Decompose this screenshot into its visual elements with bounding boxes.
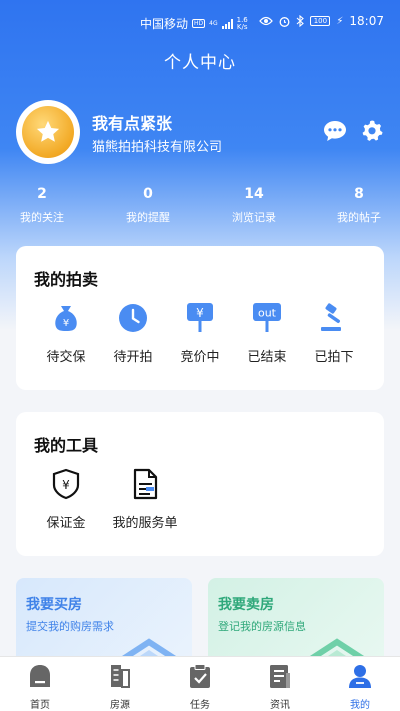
status-bar: 中国移动 HD 4G 1.6 K/s 100 ⚡ 18:07 <box>0 0 400 44</box>
auction-item-ended[interactable]: out 已结束 <box>235 302 299 365</box>
tab-label: 首页 <box>30 700 50 711</box>
promo-title: 我要买房 <box>26 597 82 613</box>
network-type: 4G <box>209 20 218 27</box>
deposit-shield-icon: ¥ <box>52 468 80 500</box>
stat-following[interactable]: 2 我的关注 <box>2 186 82 225</box>
auction-item-bidding[interactable]: ¥ 竞价中 <box>168 302 232 365</box>
auction-title: 我的拍卖 <box>34 270 99 289</box>
avatar[interactable] <box>16 100 80 164</box>
auction-item-label: 竞价中 <box>180 350 220 365</box>
yen-sign-icon: ¥ <box>187 303 213 332</box>
stat-value: 2 <box>37 186 47 202</box>
promo-title: 我要卖房 <box>218 597 274 613</box>
promo-buy-house[interactable]: 我要买房 提交我的购房需求 <box>16 578 192 668</box>
stat-label: 浏览记录 <box>232 211 276 224</box>
svg-text:¥: ¥ <box>63 318 69 329</box>
money-bag-icon: ¥ <box>55 306 77 331</box>
svg-text:¥: ¥ <box>62 478 70 492</box>
star-icon <box>22 106 74 158</box>
tab-listings[interactable]: 房源 <box>90 663 150 711</box>
tab-label: 资讯 <box>270 700 290 711</box>
svg-text:¥: ¥ <box>196 306 204 320</box>
tool-label: 我的服务单 <box>112 516 178 531</box>
tool-service-orders[interactable]: 我的服务单 <box>101 468 189 531</box>
stats-row: 2 我的关注 0 我的提醒 14 浏览记录 8 我的帖子 <box>0 186 400 230</box>
gear-icon[interactable] <box>360 119 384 143</box>
tab-tasks[interactable]: 任务 <box>170 663 230 711</box>
tab-label: 我的 <box>350 700 370 711</box>
clipboard-check-icon <box>190 664 210 688</box>
auction-item-pending-deposit[interactable]: ¥ 待交保 <box>34 302 98 365</box>
auction-item-label: 已结束 <box>247 350 287 365</box>
eye-icon <box>259 16 274 26</box>
stat-posts[interactable]: 8 我的帖子 <box>319 186 399 225</box>
network-speed: 1.6 K/s <box>236 16 248 31</box>
speed-unit: K/s <box>236 22 248 31</box>
clock-icon <box>119 304 147 332</box>
auction-item-label: 已拍下 <box>314 350 354 365</box>
gavel-icon <box>321 303 341 331</box>
news-icon <box>270 665 290 688</box>
promo-subtitle: 登记我的房源信息 <box>218 620 306 633</box>
charging-icon: ⚡ <box>336 15 344 27</box>
person-icon <box>349 665 371 688</box>
stat-reminders[interactable]: 0 我的提醒 <box>108 186 188 225</box>
stat-history[interactable]: 14 浏览记录 <box>214 186 294 225</box>
hd-badge: HD <box>192 19 206 28</box>
svg-text:out: out <box>258 307 277 320</box>
document-icon <box>133 468 158 500</box>
clock-time: 18:07 <box>349 14 384 28</box>
tab-label: 任务 <box>190 700 210 711</box>
home-icon <box>30 665 50 687</box>
signal-icon <box>221 18 233 29</box>
tool-deposit[interactable]: ¥ 保证金 <box>34 468 98 531</box>
bottom-tab-bar: 首页 房源 任务 资讯 我的 <box>0 656 400 711</box>
out-sign-icon: out <box>253 303 281 332</box>
tab-mine[interactable]: 我的 <box>330 663 390 711</box>
promo-sell-house[interactable]: 我要卖房 登记我的房源信息 <box>208 578 384 668</box>
tab-label: 房源 <box>110 700 130 711</box>
tab-news[interactable]: 资讯 <box>250 663 310 711</box>
tools-title: 我的工具 <box>34 436 99 455</box>
stat-value: 14 <box>244 186 264 202</box>
tab-home[interactable]: 首页 <box>10 663 70 711</box>
tool-label: 保证金 <box>46 516 86 531</box>
auction-card: 我的拍卖 ¥ 待交保 待开拍 ¥ 竞价中 out 已结束 已拍下 <box>16 246 384 390</box>
stat-label: 我的帖子 <box>337 211 381 224</box>
stat-label: 我的关注 <box>20 211 64 224</box>
page-title: 个人中心 <box>164 53 236 73</box>
user-name: 我有点紧张 <box>92 114 173 133</box>
alarm-icon <box>279 16 290 27</box>
bluetooth-icon <box>297 15 305 27</box>
auction-item-label: 待开拍 <box>113 350 153 365</box>
tools-card: 我的工具 ¥ 保证金 我的服务单 <box>16 412 384 556</box>
buildings-icon <box>111 665 130 688</box>
chat-bubble-icon[interactable] <box>323 120 347 142</box>
stat-label: 我的提醒 <box>126 211 170 224</box>
stat-value: 8 <box>354 186 364 202</box>
promo-subtitle: 提交我的购房需求 <box>26 620 114 633</box>
auction-item-upcoming[interactable]: 待开拍 <box>101 302 165 365</box>
battery-icon: 100 <box>310 16 331 26</box>
carrier-name: 中国移动 <box>140 17 189 31</box>
auction-item-label: 待交保 <box>46 350 86 365</box>
auction-item-won[interactable]: 已拍下 <box>302 302 366 365</box>
company-name: 猫熊拍拍科技有限公司 <box>92 140 223 155</box>
stat-value: 0 <box>143 186 153 202</box>
